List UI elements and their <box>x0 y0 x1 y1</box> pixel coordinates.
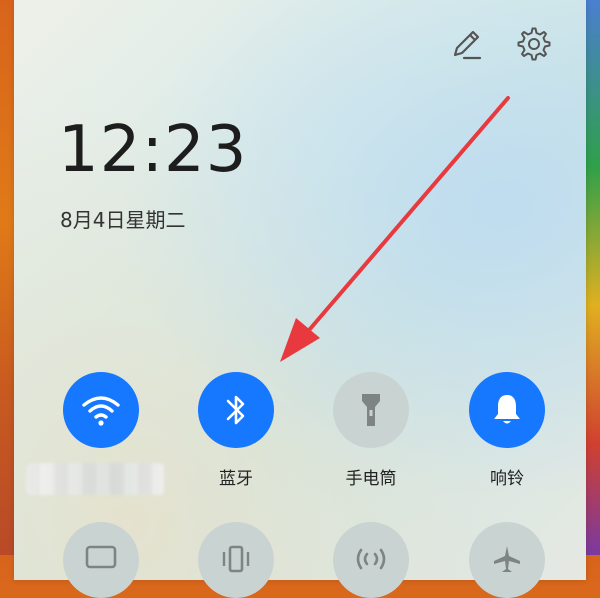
vibrate-toggle[interactable] <box>198 522 274 598</box>
vibrate-icon <box>222 545 250 573</box>
bell-icon <box>494 395 520 424</box>
ring-label: 响铃 <box>490 469 524 489</box>
ring-toggle-button[interactable] <box>469 372 545 448</box>
flashlight-toggle[interactable]: 手电筒 <box>316 372 426 489</box>
flashlight-icon <box>362 394 380 426</box>
nfc-toggle[interactable] <box>333 522 409 598</box>
nfc-icon <box>356 548 386 570</box>
screencast-icon <box>85 545 117 569</box>
wallpaper-edge <box>586 0 600 555</box>
screencast-toggle[interactable] <box>63 522 139 598</box>
control-center-panel: 12:23 8月4日星期二 蓝牙 手电筒 响铃 <box>14 0 586 598</box>
wifi-toggle-button[interactable] <box>63 372 139 448</box>
clock-time: 12:23 <box>58 113 248 187</box>
airplane-toggle[interactable] <box>469 522 545 598</box>
wifi-icon <box>82 396 120 426</box>
redacted-wifi-name <box>26 463 164 495</box>
airplane-icon <box>494 546 520 572</box>
bluetooth-label: 蓝牙 <box>219 469 253 489</box>
flashlight-toggle-button[interactable] <box>333 372 409 448</box>
flashlight-label: 手电筒 <box>345 469 397 489</box>
gear-icon[interactable] <box>514 24 554 64</box>
bluetooth-icon <box>226 395 245 425</box>
pencil-icon[interactable] <box>446 24 486 64</box>
bluetooth-toggle[interactable]: 蓝牙 <box>181 372 291 489</box>
clock-date: 8月4日星期二 <box>60 208 186 232</box>
ring-toggle[interactable]: 响铃 <box>452 372 562 489</box>
bluetooth-toggle-button[interactable] <box>198 372 274 448</box>
